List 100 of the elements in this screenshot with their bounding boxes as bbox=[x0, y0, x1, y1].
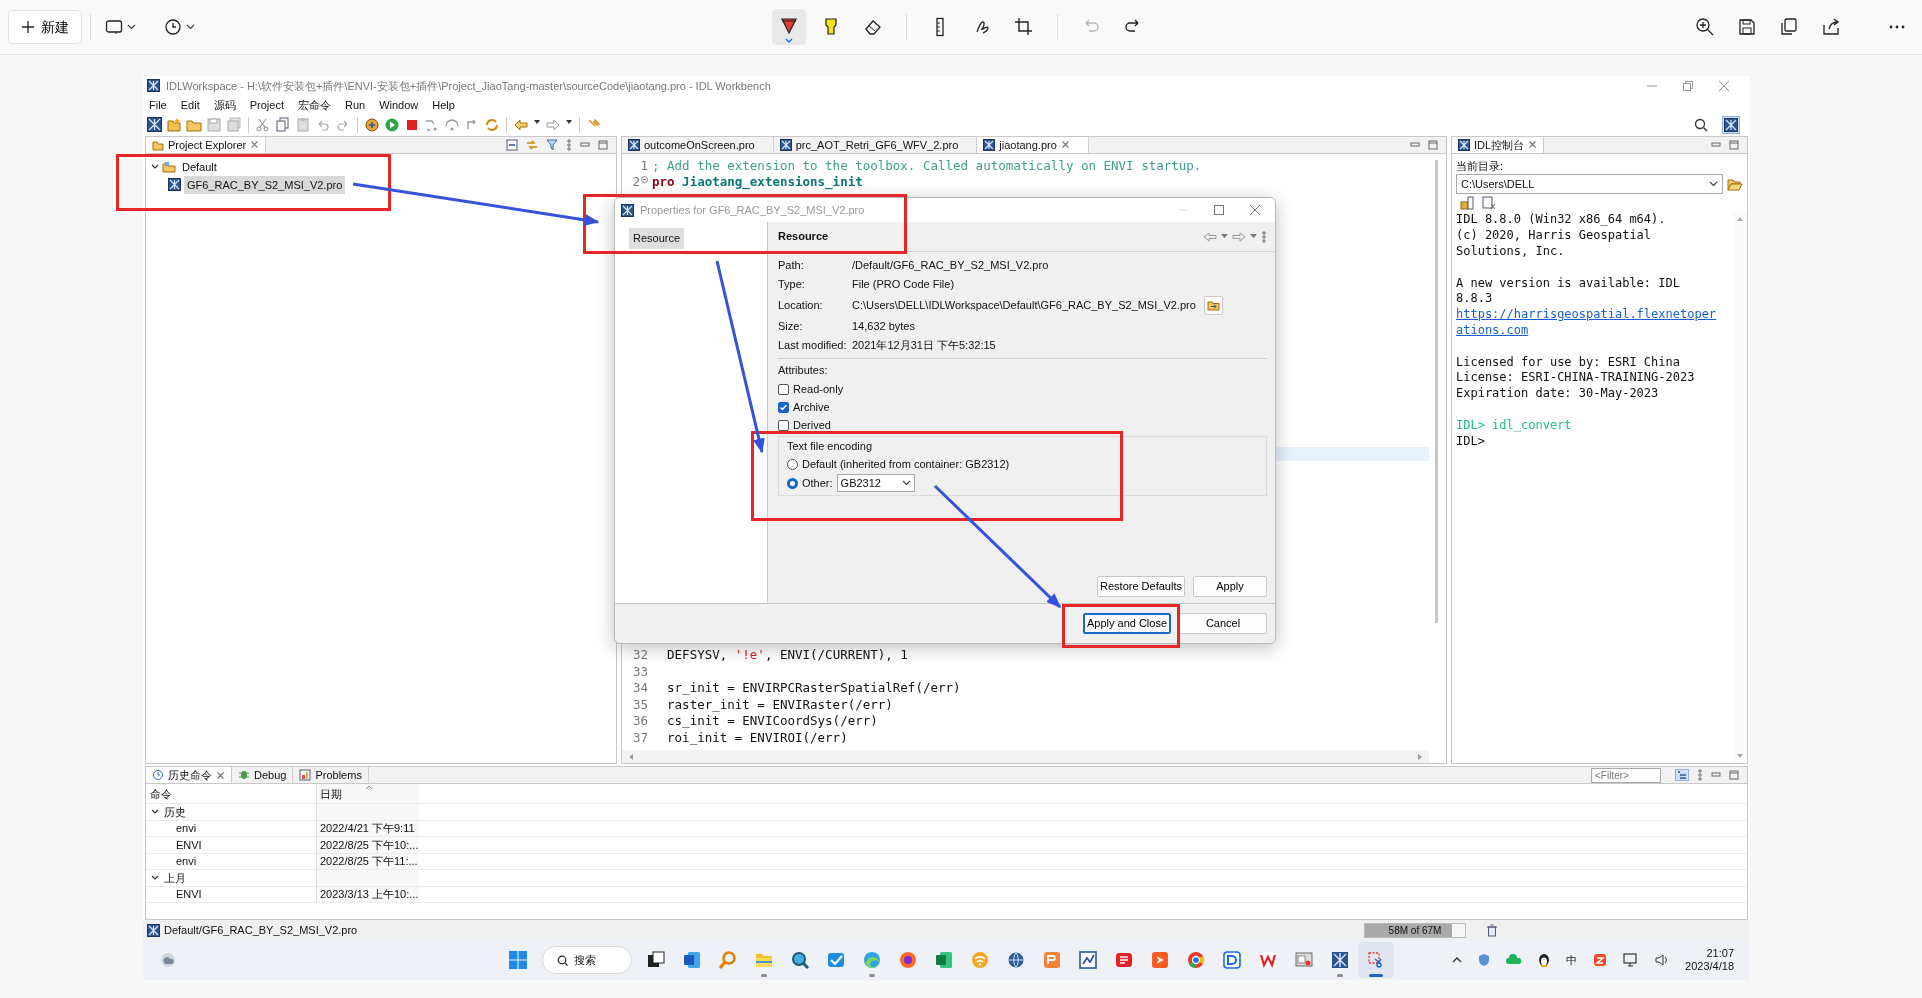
compile-icon[interactable] bbox=[364, 116, 380, 133]
save-icon[interactable] bbox=[206, 116, 222, 133]
editor-tab[interactable]: jiaotang.pro bbox=[977, 136, 1089, 153]
horizontal-scrollbar[interactable] bbox=[622, 750, 1429, 764]
fold-minus-icon[interactable] bbox=[641, 176, 648, 184]
cancel-button[interactable]: Cancel bbox=[1179, 613, 1267, 634]
editor-tab[interactable]: prc_AOT_Retri_GF6_WFV_2.pro bbox=[773, 136, 978, 153]
group-label[interactable]: 历史 bbox=[164, 803, 186, 821]
column-header[interactable]: 日期 bbox=[320, 785, 342, 803]
view-menu-icon[interactable] bbox=[1261, 230, 1267, 243]
menu-item[interactable]: Run bbox=[344, 96, 366, 114]
menu-item[interactable]: File bbox=[149, 96, 167, 114]
close-icon[interactable] bbox=[1060, 140, 1070, 150]
nav-item[interactable]: Resource bbox=[629, 228, 685, 249]
taskbar-search-field[interactable]: 搜索 bbox=[541, 946, 632, 975]
console-tab[interactable]: IDL控制台 bbox=[1452, 136, 1545, 153]
group-label[interactable]: 上月 bbox=[164, 869, 186, 887]
cut-icon[interactable] bbox=[255, 116, 271, 133]
clock-date[interactable]: 2023/4/18 bbox=[1685, 960, 1734, 974]
refresh-icon[interactable] bbox=[484, 116, 500, 133]
clock-time[interactable]: 21:07 bbox=[1706, 947, 1734, 961]
maximize-icon[interactable] bbox=[1729, 139, 1739, 150]
menu-item[interactable]: Window bbox=[379, 96, 419, 114]
minimize-icon[interactable] bbox=[580, 139, 590, 150]
vertical-scrollbar[interactable] bbox=[1733, 212, 1747, 764]
checkbox[interactable]: Derived bbox=[778, 416, 831, 434]
apply-button[interactable]: Apply bbox=[1193, 576, 1267, 597]
scroll-down-icon[interactable] bbox=[1736, 753, 1744, 760]
sort-ascending-icon[interactable] bbox=[365, 785, 373, 791]
restore-icon[interactable] bbox=[1682, 79, 1694, 92]
minimize-icon[interactable] bbox=[1410, 139, 1420, 150]
maximize-icon[interactable] bbox=[1428, 139, 1438, 150]
network-icon[interactable] bbox=[1623, 953, 1640, 968]
new-button[interactable]: 新建 bbox=[8, 10, 82, 44]
checkbox[interactable]: Read-only bbox=[778, 380, 844, 398]
menu-item[interactable]: 源码 bbox=[213, 96, 236, 114]
shield-icon[interactable] bbox=[1478, 953, 1491, 968]
console-link[interactable]: ations.com bbox=[1456, 322, 1529, 337]
maximize-icon[interactable] bbox=[1729, 770, 1739, 781]
speaker-icon[interactable] bbox=[1655, 953, 1670, 968]
radio-button[interactable]: Default (inherited from container: GB2312) bbox=[787, 455, 1010, 473]
close-icon[interactable] bbox=[1718, 79, 1730, 92]
heap-status[interactable]: 58M of 67M bbox=[1364, 922, 1466, 938]
menu-item[interactable]: Help bbox=[432, 96, 455, 114]
trash-icon[interactable] bbox=[1486, 923, 1498, 937]
apply-and-close-button[interactable]: Apply and Close bbox=[1083, 613, 1171, 634]
sogou-icon[interactable] bbox=[1593, 953, 1608, 968]
pen-tool-button[interactable] bbox=[772, 9, 806, 45]
copy-icon[interactable] bbox=[275, 116, 291, 133]
panel-tab[interactable]: Debug bbox=[232, 767, 294, 784]
radio-button[interactable]: Other: bbox=[787, 474, 833, 492]
cloud-icon[interactable] bbox=[1506, 954, 1523, 967]
close-icon[interactable] bbox=[1249, 204, 1261, 216]
perspective-button[interactable] bbox=[1722, 115, 1740, 134]
close-icon[interactable] bbox=[1528, 140, 1538, 150]
step-over-icon[interactable] bbox=[444, 116, 460, 133]
directory-combo[interactable]: C:\Users\DELL bbox=[1456, 174, 1723, 195]
panel-tab[interactable]: 历史命令 bbox=[146, 767, 232, 784]
paste-icon[interactable] bbox=[295, 116, 311, 133]
tree-item[interactable]: GF6_RAC_BY_S2_MSI_V2.pro bbox=[184, 175, 346, 195]
penguin-icon[interactable] bbox=[1538, 953, 1551, 968]
menu-item[interactable]: Edit bbox=[180, 96, 200, 114]
tree-item[interactable]: Default bbox=[179, 157, 220, 177]
menu-item[interactable]: Project bbox=[249, 96, 284, 114]
maximize-icon[interactable] bbox=[1213, 204, 1225, 216]
close-icon[interactable] bbox=[216, 770, 225, 780]
run-icon[interactable] bbox=[384, 116, 400, 133]
scroll-up-icon[interactable] bbox=[1736, 216, 1744, 223]
scroll-right-icon[interactable] bbox=[1417, 752, 1423, 761]
filter-field[interactable]: <Filter> bbox=[1591, 767, 1661, 783]
encoding-select[interactable]: GB2312 bbox=[836, 474, 915, 492]
tree-view-icon[interactable] bbox=[1675, 769, 1689, 782]
editor-tab[interactable]: outcomeOnScreen.pro bbox=[622, 136, 774, 153]
input-method-indicator[interactable]: 中 bbox=[1566, 951, 1578, 969]
maximize-icon[interactable] bbox=[598, 139, 608, 150]
open-folder-icon[interactable] bbox=[1727, 177, 1743, 192]
checkbox[interactable]: Archive bbox=[778, 398, 830, 416]
link-icon[interactable] bbox=[526, 138, 538, 151]
show-in-explorer-button[interactable] bbox=[1203, 296, 1223, 315]
scroll-left-icon[interactable] bbox=[628, 752, 634, 761]
explorer-tab[interactable]: Project Explorer bbox=[146, 136, 267, 153]
new-file-icon[interactable] bbox=[166, 116, 182, 133]
panel-tab[interactable]: Problems bbox=[293, 767, 369, 784]
chevron-up-icon[interactable] bbox=[1452, 956, 1463, 965]
filter-icon[interactable] bbox=[546, 138, 558, 151]
column-header[interactable]: 命令 bbox=[150, 785, 172, 803]
back-arrow-icon[interactable] bbox=[1203, 231, 1217, 242]
collapse-all-icon[interactable] bbox=[506, 138, 518, 151]
menu-item[interactable]: 宏命令 bbox=[297, 96, 331, 114]
restore-defaults-button[interactable]: Restore Defaults bbox=[1097, 576, 1185, 597]
vertical-scrollbar[interactable] bbox=[1435, 159, 1438, 624]
close-icon[interactable] bbox=[250, 140, 260, 150]
console-link[interactable]: https://harrisgeospatial.flexnetoper bbox=[1456, 307, 1717, 322]
forward-arrow-icon[interactable] bbox=[1232, 231, 1246, 242]
weather-icon[interactable] bbox=[159, 951, 177, 970]
view-menu-icon[interactable] bbox=[566, 138, 572, 151]
clear-console-icon[interactable] bbox=[1482, 196, 1496, 211]
view-menu-icon[interactable] bbox=[1697, 769, 1703, 782]
search-icon[interactable] bbox=[1694, 117, 1708, 132]
minimize-icon[interactable] bbox=[1711, 139, 1721, 150]
